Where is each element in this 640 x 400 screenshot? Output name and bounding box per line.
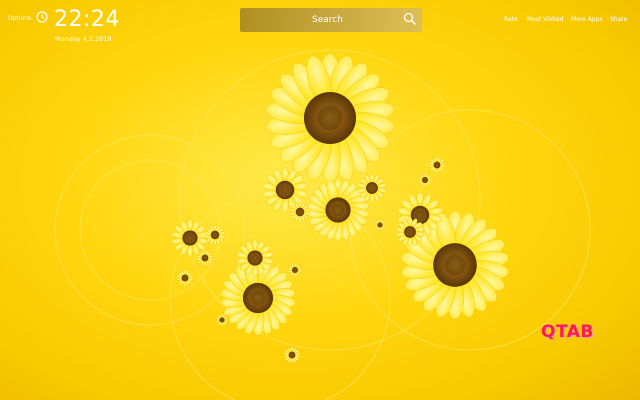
share-link[interactable]: Share <box>610 16 627 23</box>
rate-link[interactable]: Rate <box>504 16 518 23</box>
clock-time: 22:24 <box>54 7 120 32</box>
most-visited-link[interactable]: Most Visited <box>527 16 564 23</box>
more-apps-link[interactable]: More Apps <box>571 16 603 23</box>
options-button[interactable]: Options <box>8 15 31 22</box>
search-icon[interactable] <box>403 12 417 26</box>
clock-date: Monday 4.2.2019 <box>55 35 112 43</box>
search-input[interactable]: Search <box>240 8 422 32</box>
qtab-logo: QTAB <box>541 322 594 342</box>
search-placeholder: Search <box>312 15 343 25</box>
clock-icon <box>36 11 48 23</box>
